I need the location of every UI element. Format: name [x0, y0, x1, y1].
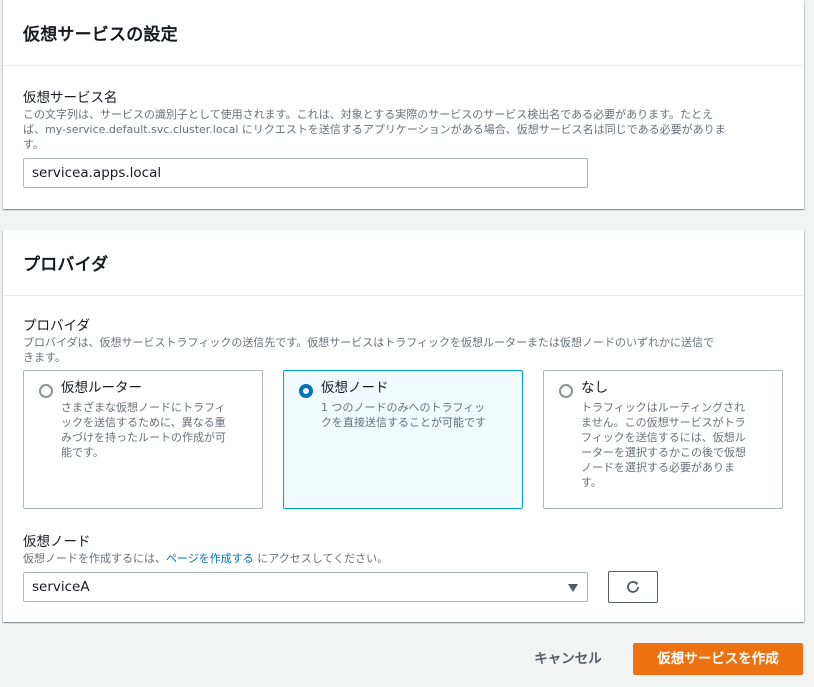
- refresh-icon: [627, 581, 639, 593]
- caret-down-icon: [568, 584, 578, 592]
- provider-label: プロバイダ: [23, 318, 90, 334]
- radio-icon[interactable]: [559, 384, 573, 398]
- virtual-node-description: 仮想ノードを作成するには、ページを作成する にアクセスしてください。: [23, 552, 389, 565]
- create-virtual-service-button[interactable]: 仮想サービスを作成: [633, 643, 803, 675]
- provider-tile-title: 仮想ノード: [321, 380, 389, 396]
- cancel-button[interactable]: キャンセル: [526, 644, 610, 674]
- provider-tile-title: なし: [581, 380, 608, 396]
- provider-tile-title: 仮想ルーター: [61, 380, 142, 396]
- provider-description: プロバイダは、仮想サービストラフィックの送信先です。仮想サービスはトラフィックを…: [23, 336, 715, 364]
- radio-icon[interactable]: [39, 384, 53, 398]
- virtual-node-select[interactable]: serviceA: [23, 572, 588, 602]
- refresh-button[interactable]: [608, 571, 658, 603]
- provider-tile-virtual-node[interactable]: 仮想ノード 1 つのノードのみへのトラフィッ クを直接送信することが可能です: [283, 370, 523, 509]
- provider-tile-description: 1 つのノードのみへのトラフィッ クを直接送信することが可能です: [321, 401, 486, 429]
- service-settings-header: 仮想サービスの設定: [3, 0, 804, 66]
- provider-title: プロバイダ: [23, 255, 109, 275]
- service-name-label: 仮想サービス名: [23, 90, 118, 106]
- provider-header: プロバイダ: [3, 230, 804, 296]
- virtual-node-selected-value: serviceA: [32, 579, 90, 595]
- service-settings-title: 仮想サービスの設定: [23, 25, 178, 45]
- provider-tile-description: さまざまな仮想ノードにトラフィ ックを送信するために、異なる重 みづけを持ったル…: [61, 401, 226, 459]
- provider-tile-description: トラフィックはルーティングされ ません。この仮想サービスがトラ フィックを送信す…: [581, 401, 746, 489]
- service-name-input[interactable]: servicea.apps.local: [23, 158, 588, 188]
- provider-tile-none[interactable]: なし トラフィックはルーティングされ ません。この仮想サービスがトラ フィックを…: [543, 370, 783, 509]
- provider-tile-virtual-router[interactable]: 仮想ルーター さまざまな仮想ノードにトラフィ ックを送信するために、異なる重 み…: [23, 370, 263, 509]
- radio-selected-icon[interactable]: [299, 384, 313, 398]
- service-settings-panel: 仮想サービスの設定 仮想サービス名 この文字列は、サービスの識別子として使用され…: [3, 0, 804, 209]
- create-page-link[interactable]: ページを作成する: [166, 552, 254, 565]
- service-name-description: この文字列は、サービスの識別子として使用されます。これは、対象とする実際のサービ…: [23, 108, 726, 151]
- provider-panel: プロバイダ プロバイダ プロバイダは、仮想サービストラフィックの送信先です。仮想…: [3, 230, 804, 622]
- virtual-node-label: 仮想ノード: [23, 534, 91, 550]
